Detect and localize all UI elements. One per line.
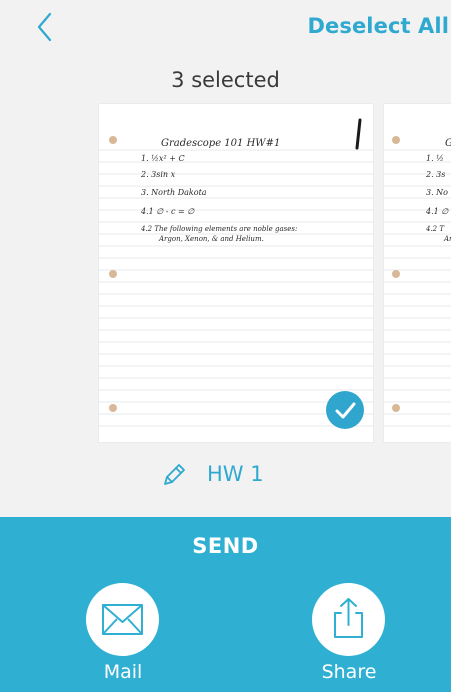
deselect-all-button[interactable]: Deselect All (307, 14, 449, 38)
pencil-icon[interactable] (160, 461, 188, 489)
svg-text:4.2 T: 4.2 T (425, 225, 445, 233)
share-button[interactable]: Share (299, 581, 399, 691)
mail-label: Mail (103, 661, 143, 683)
send-title: SEND (192, 534, 259, 558)
share-icon (334, 598, 363, 638)
notebook-page-graphic: G 1. ½ 2. 3s 3. No 4.1 ∅ 4.2 T Ar (384, 136, 451, 427)
chevron-left-icon (37, 12, 52, 42)
send-panel: SEND Mail Share (0, 517, 451, 692)
checkmark-icon (335, 402, 356, 419)
svg-text:4.1 ∅ - c = ∅: 4.1 ∅ - c = ∅ (140, 207, 195, 216)
page-review-area: Deselect All 3 selected Gradescope 101 H… (0, 0, 451, 517)
share-circle[interactable] (312, 583, 385, 656)
selected-count: 3 selected (171, 68, 280, 92)
assignment-name[interactable]: HW 1 (207, 462, 264, 486)
page-thumbnail[interactable]: G 1. ½ 2. 3s 3. No 4.1 ∅ 4.2 T Ar (384, 104, 451, 442)
page-title-text: Gradescope 101 HW#1 (161, 138, 280, 149)
selected-check-badge[interactable] (326, 391, 364, 429)
mail-icon (102, 604, 143, 635)
svg-text:G: G (445, 138, 451, 149)
mail-circle[interactable] (86, 583, 159, 656)
svg-text:2. 3sin x: 2. 3sin x (140, 170, 176, 179)
svg-text:1. ½x² + C: 1. ½x² + C (141, 154, 185, 163)
svg-text:3. No: 3. No (426, 188, 448, 197)
svg-text:3. North Dakota: 3. North Dakota (141, 188, 207, 197)
svg-text:Argon, Xenon, & and Helium.: Argon, Xenon, & and Helium. (158, 235, 264, 243)
svg-text:Ar: Ar (443, 235, 451, 243)
back-button[interactable] (30, 10, 62, 46)
svg-text:1. ½: 1. ½ (426, 154, 444, 163)
svg-text:2. 3s: 2. 3s (425, 170, 445, 179)
mail-button[interactable]: Mail (73, 581, 173, 691)
svg-text:4.2 The following elements are: 4.2 The following elements are noble gas… (140, 225, 297, 233)
assignment-name-row[interactable]: HW 1 (0, 458, 451, 498)
page-thumbnail[interactable]: Gradescope 101 HW#1 1. ½x² + C 2. 3sin x… (99, 104, 373, 442)
share-label: Share (321, 661, 377, 683)
svg-text:4.1 ∅: 4.1 ∅ (425, 207, 449, 216)
